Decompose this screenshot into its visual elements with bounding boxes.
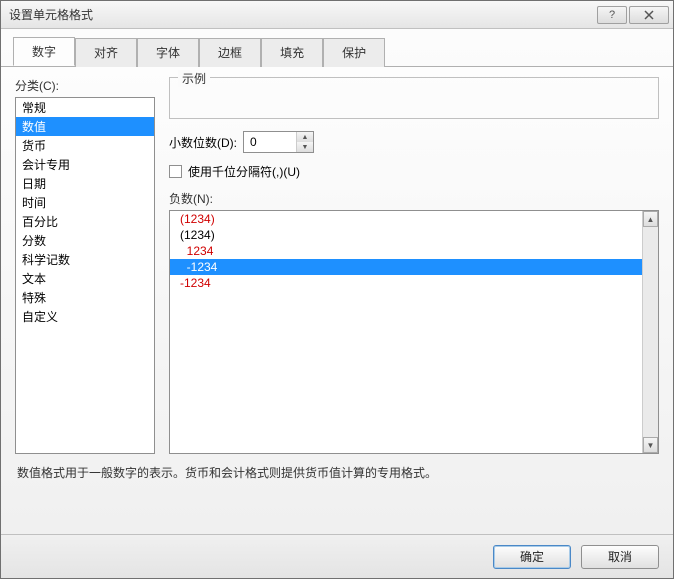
- category-item[interactable]: 分数: [16, 231, 154, 250]
- sample-box: 示例: [169, 77, 659, 119]
- negative-label: 负数(N):: [169, 190, 659, 207]
- decimal-spinner[interactable]: ▲ ▼: [243, 131, 314, 153]
- category-item[interactable]: 货币: [16, 136, 154, 155]
- thousand-sep-checkbox[interactable]: [169, 165, 182, 178]
- category-item[interactable]: 数值: [16, 117, 154, 136]
- category-item[interactable]: 日期: [16, 174, 154, 193]
- decimal-input[interactable]: [244, 132, 296, 152]
- category-label: 分类(C):: [15, 77, 155, 94]
- tab-alignment[interactable]: 对齐: [75, 38, 137, 67]
- category-column: 分类(C): 常规数值货币会计专用日期时间百分比分数科学记数文本特殊自定义: [15, 77, 155, 454]
- category-item[interactable]: 百分比: [16, 212, 154, 231]
- negative-format-item[interactable]: (1234): [170, 227, 658, 243]
- category-item[interactable]: 常规: [16, 98, 154, 117]
- category-item[interactable]: 时间: [16, 193, 154, 212]
- decimal-label: 小数位数(D):: [169, 134, 237, 151]
- thousand-sep-row: 使用千位分隔符(,)(U): [169, 163, 659, 180]
- button-bar: 确定 取消: [1, 534, 673, 578]
- tab-border[interactable]: 边框: [199, 38, 261, 67]
- main-area: 分类(C): 常规数值货币会计专用日期时间百分比分数科学记数文本特殊自定义 示例…: [15, 77, 659, 454]
- cancel-button[interactable]: 取消: [581, 545, 659, 569]
- negative-format-item[interactable]: 1234: [170, 243, 658, 259]
- tab-font[interactable]: 字体: [137, 38, 199, 67]
- tab-protection[interactable]: 保护: [323, 38, 385, 67]
- category-item[interactable]: 自定义: [16, 307, 154, 326]
- tab-content: 分类(C): 常规数值货币会计专用日期时间百分比分数科学记数文本特殊自定义 示例…: [1, 67, 673, 534]
- negative-format-item[interactable]: -1234: [170, 275, 658, 291]
- spinner-buttons: ▲ ▼: [296, 132, 313, 152]
- spinner-down-button[interactable]: ▼: [297, 142, 313, 152]
- titlebar-buttons: ?: [597, 6, 669, 24]
- scroll-up-button[interactable]: ▲: [643, 211, 658, 227]
- tab-fill[interactable]: 填充: [261, 38, 323, 67]
- category-item[interactable]: 特殊: [16, 288, 154, 307]
- help-button[interactable]: ?: [597, 6, 627, 24]
- thousand-sep-label: 使用千位分隔符(,)(U): [188, 163, 300, 180]
- decimal-row: 小数位数(D): ▲ ▼: [169, 131, 659, 153]
- close-button[interactable]: [629, 6, 669, 24]
- scroll-down-button[interactable]: ▼: [643, 437, 658, 453]
- negative-listbox[interactable]: (1234)(1234) 1234 -1234-1234 ▲ ▼: [169, 210, 659, 454]
- negative-format-item[interactable]: (1234): [170, 211, 658, 227]
- close-icon: [644, 10, 654, 20]
- category-item[interactable]: 会计专用: [16, 155, 154, 174]
- category-item[interactable]: 科学记数: [16, 250, 154, 269]
- format-cells-dialog: 设置单元格格式 ? 数字 对齐 字体 边框 填充 保护 分类(C): 常规数值货…: [0, 0, 674, 579]
- negative-format-item[interactable]: -1234: [170, 259, 658, 275]
- tabstrip: 数字 对齐 字体 边框 填充 保护: [1, 29, 673, 67]
- tab-number[interactable]: 数字: [13, 37, 75, 66]
- category-listbox[interactable]: 常规数值货币会计专用日期时间百分比分数科学记数文本特殊自定义: [15, 97, 155, 454]
- settings-column: 示例 小数位数(D): ▲ ▼ 使用千位分隔符(,)(U): [169, 77, 659, 454]
- scrollbar[interactable]: ▲ ▼: [642, 211, 658, 453]
- ok-button[interactable]: 确定: [493, 545, 571, 569]
- spinner-up-button[interactable]: ▲: [297, 132, 313, 142]
- category-item[interactable]: 文本: [16, 269, 154, 288]
- titlebar: 设置单元格格式 ?: [1, 1, 673, 29]
- sample-label: 示例: [178, 70, 210, 87]
- description-text: 数值格式用于一般数字的表示。货币和会计格式则提供货币值计算的专用格式。: [15, 454, 659, 524]
- window-title: 设置单元格格式: [9, 6, 93, 23]
